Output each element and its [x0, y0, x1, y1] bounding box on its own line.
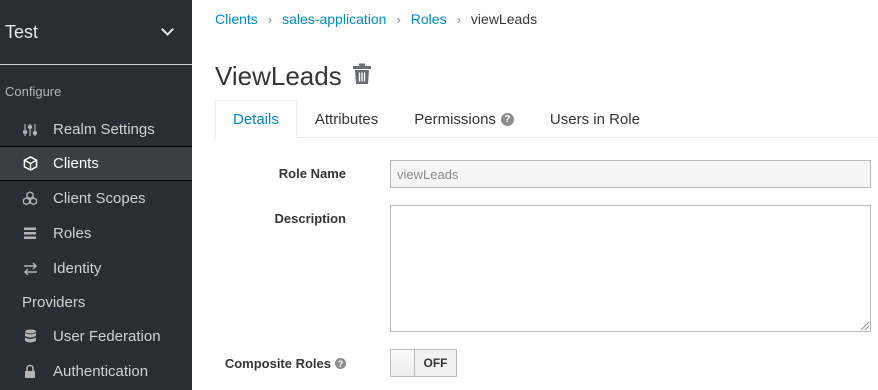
sidebar-item-label: Providers	[22, 294, 86, 311]
sidebar-item-label: Client Scopes	[53, 190, 146, 207]
lock-icon	[22, 364, 38, 380]
sidebar-item-label: Identity	[53, 260, 102, 277]
sidebar-item-providers-line[interactable]: Providers	[0, 286, 192, 319]
sliders-icon	[22, 122, 38, 138]
tab-label: Permissions	[414, 110, 496, 128]
trash-icon[interactable]	[352, 63, 372, 90]
tab-attributes[interactable]: Attributes	[297, 100, 396, 138]
cubes-icon	[22, 191, 38, 207]
help-icon[interactable]: ?	[500, 112, 514, 126]
tab-label: Attributes	[314, 110, 379, 128]
breadcrumb-current: viewLeads	[470, 11, 538, 27]
sidebar-item-label: User Federation	[53, 328, 161, 345]
breadcrumb-roles[interactable]: Roles	[411, 11, 447, 27]
sidebar-item-label: Clients	[53, 155, 99, 172]
sidebar-item-label: Realm Settings	[53, 121, 155, 138]
description-label: Description	[274, 211, 346, 226]
sidebar-item-label: Roles	[53, 225, 92, 242]
tab-users-in-role[interactable]: Users in Role	[532, 100, 658, 138]
chevron-right-icon: ›	[396, 11, 401, 27]
breadcrumb-clients[interactable]: Clients	[215, 11, 258, 27]
sidebar-item-realm-settings[interactable]: Realm Settings	[0, 113, 192, 146]
sidebar-item-user-federation[interactable]: User Federation	[0, 319, 192, 354]
breadcrumb: Clients › sales-application › Roles › vi…	[215, 11, 537, 27]
tab-permissions[interactable]: Permissions?	[396, 100, 532, 138]
page-title: ViewLeads	[215, 61, 342, 91]
composite-roles-text: Composite Roles	[224, 356, 331, 371]
exchange-icon	[22, 261, 38, 277]
chevron-right-icon: ›	[456, 11, 461, 27]
role-name-label: Role Name	[278, 166, 346, 181]
toggle-state: OFF	[415, 350, 456, 376]
chevron-right-icon: ›	[267, 11, 273, 27]
toggle-knob	[391, 350, 415, 376]
page-header: ViewLeads	[215, 61, 372, 92]
realm-name: Test	[5, 21, 39, 42]
composite-roles-label: Composite Roles ?	[146, 356, 346, 371]
resize-handle-icon[interactable]	[858, 318, 870, 331]
composite-roles-toggle[interactable]: OFF	[390, 349, 457, 377]
tab-label: Users in Role	[549, 110, 640, 128]
sidebar-item-label: Authentication	[53, 363, 149, 380]
list-icon	[22, 226, 38, 242]
role-name-field[interactable]	[390, 160, 871, 188]
breadcrumb-sales-application[interactable]: sales-application	[282, 11, 386, 27]
realm-selector[interactable]: Test	[0, 0, 192, 65]
tab-bar: Details Attributes Permissions? Users in…	[215, 100, 878, 138]
main-content: Clients › sales-application › Roles › vi…	[192, 0, 878, 390]
database-icon	[22, 329, 38, 345]
tab-label: Details	[233, 110, 279, 128]
sidebar: Test Configure Realm Settings Clients Cl…	[0, 0, 192, 390]
help-icon[interactable]: ?	[335, 358, 346, 369]
chevron-down-icon	[161, 23, 174, 36]
section-title-configure: Configure	[5, 84, 62, 99]
description-field[interactable]	[390, 205, 871, 332]
tab-details[interactable]: Details	[215, 100, 297, 138]
sidebar-item-identity-providers[interactable]: Identity	[0, 251, 192, 286]
cube-icon	[22, 156, 38, 172]
